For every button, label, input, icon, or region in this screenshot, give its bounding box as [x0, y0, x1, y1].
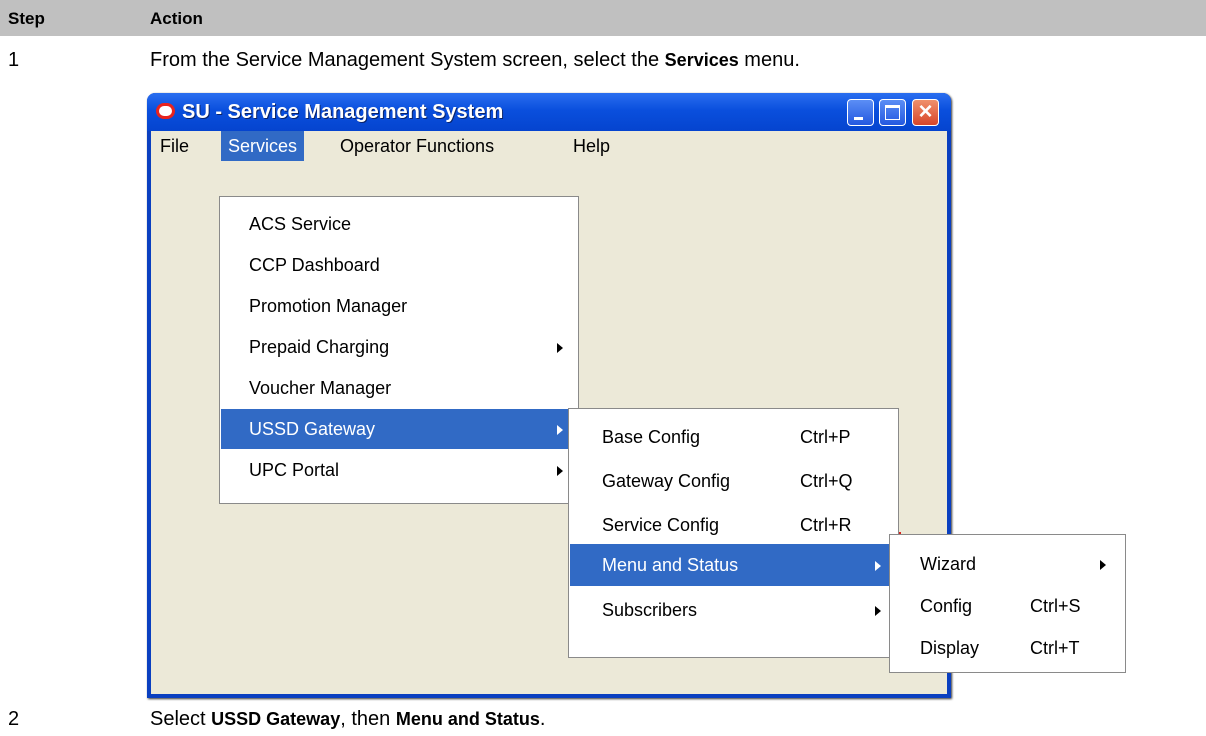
- header-step: Step: [8, 9, 45, 28]
- shortcut-label: Ctrl+Q: [800, 471, 853, 491]
- menu-item-subscribers[interactable]: Subscribers: [570, 590, 897, 630]
- menu-item-service-config[interactable]: Service Config Ctrl+R: [570, 505, 897, 545]
- oracle-logo-icon: [156, 103, 175, 119]
- menu-item-promotion-manager[interactable]: Promotion Manager: [221, 286, 577, 326]
- table-header: Step Action: [0, 0, 1206, 36]
- submenu-arrow-icon: [875, 561, 881, 571]
- menu-item-ccp-dashboard[interactable]: CCP Dashboard: [221, 245, 577, 285]
- menu-item-gateway-config[interactable]: Gateway Config Ctrl+Q: [570, 461, 897, 501]
- menu-item-display[interactable]: Display Ctrl+T: [891, 628, 1124, 668]
- maximize-button[interactable]: [879, 99, 906, 126]
- ussd-gateway-submenu: Base Config Ctrl+P Gateway Config Ctrl+Q…: [568, 408, 899, 658]
- step-2-bold-ussd-gateway: USSD Gateway: [211, 709, 341, 729]
- menu-item-menu-and-status[interactable]: Menu and Status: [570, 544, 897, 586]
- menu-item-ussd-gateway[interactable]: USSD Gateway: [221, 409, 577, 449]
- title-bar[interactable]: SU - Service Management System ×: [147, 93, 951, 131]
- menu-item-base-config[interactable]: Base Config Ctrl+P: [570, 417, 897, 457]
- submenu-arrow-icon: [1100, 560, 1106, 570]
- step-2-number: 2: [8, 708, 20, 730]
- shortcut-label: Ctrl+R: [800, 515, 852, 535]
- step-1-bold-services: Services: [664, 50, 739, 70]
- menu-item-wizard[interactable]: Wizard: [891, 544, 1124, 584]
- close-icon: ×: [918, 98, 933, 125]
- step-1-text: From the Service Management System scree…: [150, 49, 800, 71]
- submenu-arrow-icon: [557, 343, 563, 353]
- submenu-arrow-icon: [557, 425, 563, 435]
- close-button[interactable]: ×: [912, 98, 939, 126]
- menu-and-status-submenu: Wizard Config Ctrl+S Display Ctrl+T: [889, 534, 1126, 673]
- shortcut-label: Ctrl+S: [1030, 596, 1081, 616]
- minimize-button[interactable]: [847, 99, 874, 126]
- menu-help[interactable]: Help: [566, 131, 617, 161]
- menu-item-upc-portal[interactable]: UPC Portal: [221, 450, 577, 490]
- step-2-bold-menu-and-status: Menu and Status: [395, 709, 540, 729]
- step-2-text: Select USSD Gateway, then Menu and Statu…: [150, 708, 546, 730]
- submenu-arrow-icon: [557, 466, 563, 476]
- services-menu: ACS Service CCP Dashboard Promotion Mana…: [219, 196, 579, 504]
- maximize-icon: [885, 105, 900, 120]
- menu-bar: File Services Operator Functions Help: [151, 131, 947, 161]
- menu-file[interactable]: File: [153, 131, 196, 161]
- shortcut-label: Ctrl+P: [800, 427, 851, 447]
- shortcut-label: Ctrl+T: [1030, 638, 1080, 658]
- header-action: Action: [150, 9, 203, 28]
- menu-item-prepaid-charging[interactable]: Prepaid Charging: [221, 327, 577, 367]
- menu-operator-functions[interactable]: Operator Functions: [333, 131, 501, 161]
- minimize-icon: [854, 117, 863, 120]
- menu-item-voucher-manager[interactable]: Voucher Manager: [221, 368, 577, 408]
- menu-item-config[interactable]: Config Ctrl+S: [891, 586, 1124, 626]
- menu-item-acs-service[interactable]: ACS Service: [221, 204, 577, 244]
- window-title: SU - Service Management System: [182, 101, 504, 123]
- step-1-number: 1: [8, 49, 20, 71]
- menu-services[interactable]: Services: [221, 131, 305, 161]
- submenu-arrow-icon: [875, 606, 881, 616]
